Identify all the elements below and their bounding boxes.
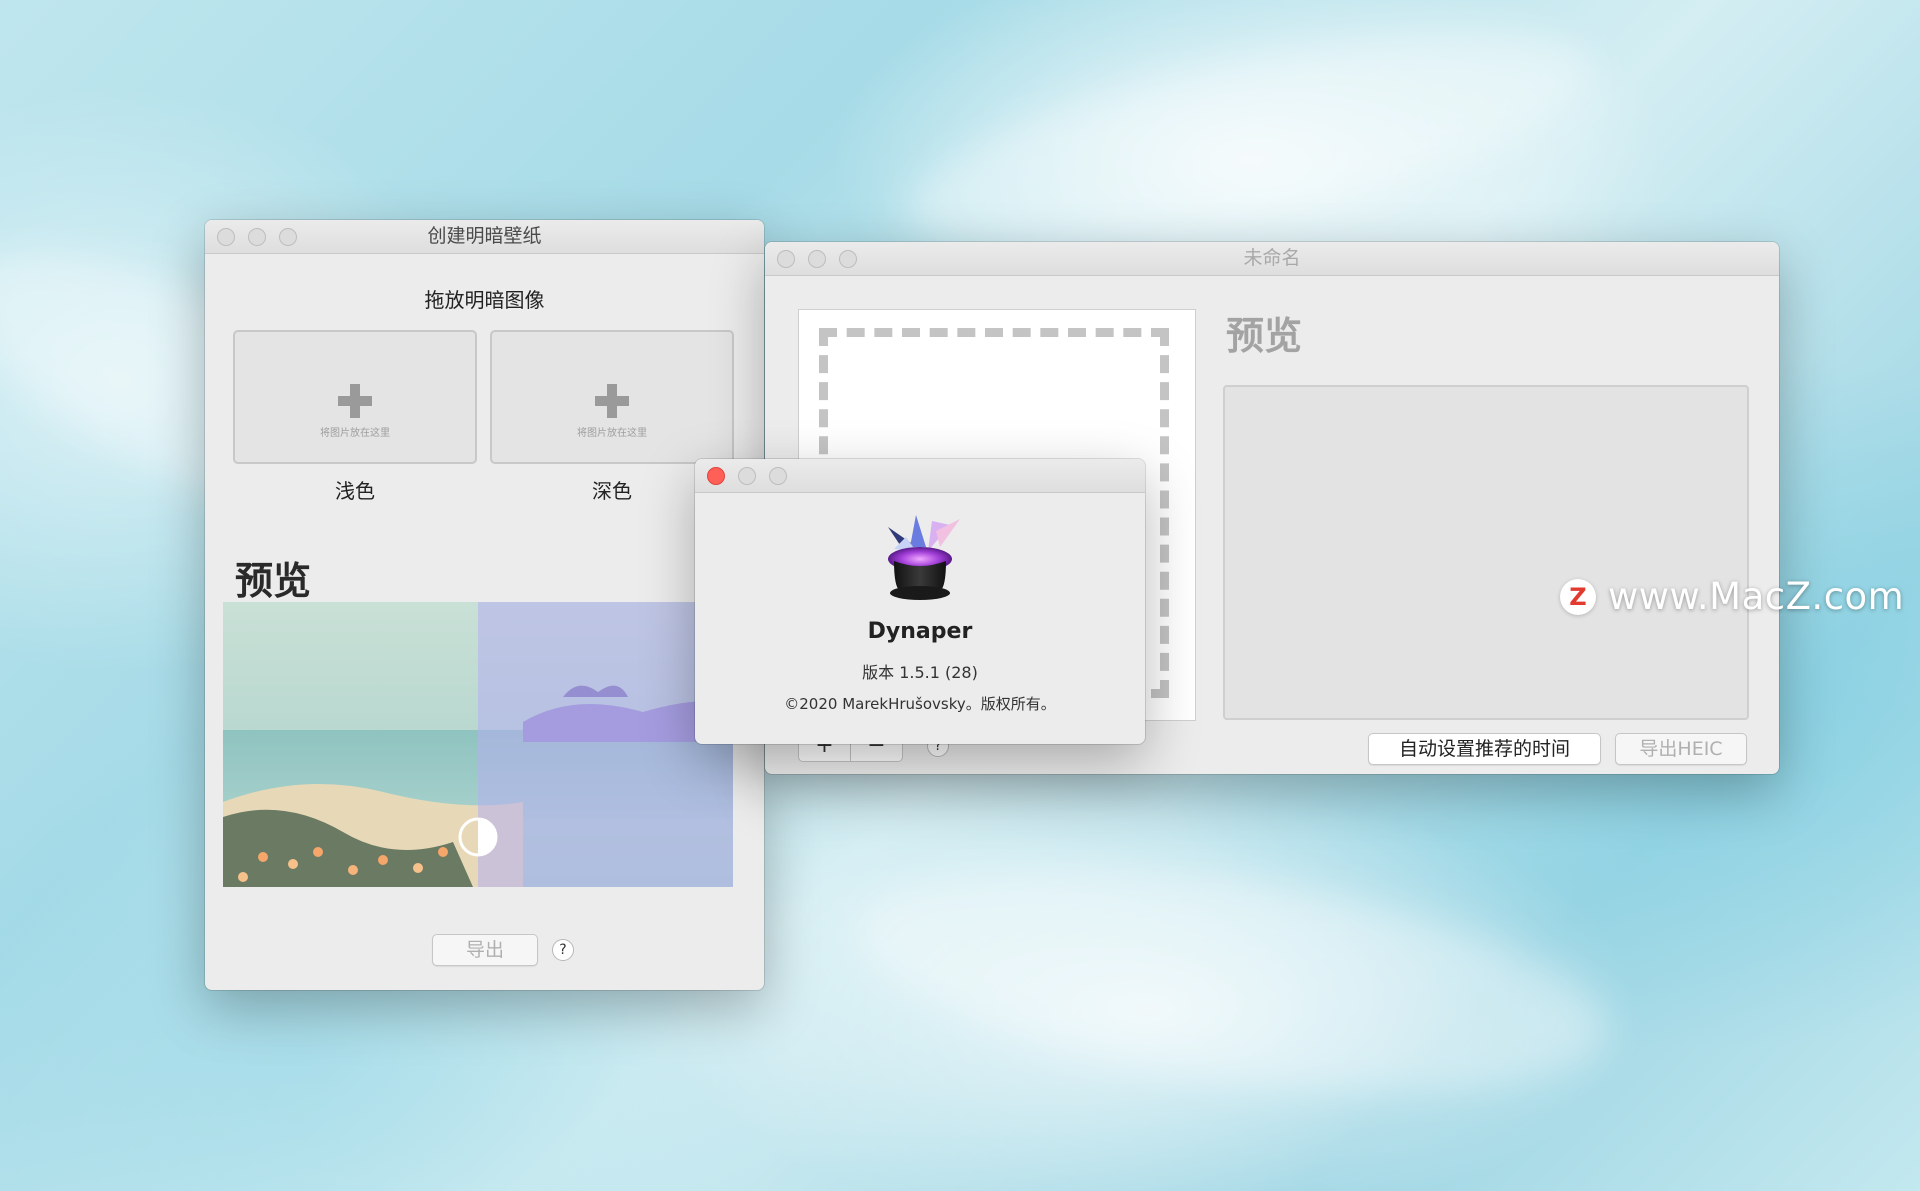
auto-time-button[interactable]: 自动设置推荐的时间 (1368, 733, 1601, 765)
export-heic-button[interactable]: 导出HEIC (1615, 733, 1747, 765)
plus-icon (595, 384, 629, 418)
drop-hint: 将图片放在这里 (320, 428, 390, 439)
watermark: Z www.MacZ.com (1560, 575, 1904, 618)
watermark-text: www.MacZ.com (1608, 575, 1905, 618)
background-highlight (839, 828, 1621, 1132)
preview-area (1223, 385, 1749, 720)
titlebar: 未命名 (765, 242, 1779, 276)
export-button[interactable]: 导出 (432, 934, 538, 966)
magic-hat-icon (888, 515, 960, 600)
preview-title: 预览 (1226, 314, 1303, 358)
landscape-illustration (223, 602, 733, 887)
help-button[interactable]: ? (552, 939, 574, 961)
copyright-text: ©2020 MarekHrušovsky。版权所有。 (784, 695, 1056, 713)
app-version: 版本 1.5.1 (28) (862, 663, 978, 682)
preview-title: 预览 (235, 559, 312, 603)
window-title: 未命名 (1243, 247, 1301, 269)
close-button[interactable] (707, 467, 725, 485)
minimize-button[interactable] (738, 467, 756, 485)
app-name: Dynaper (867, 619, 973, 644)
zoom-button[interactable] (769, 467, 787, 485)
plus-icon (338, 384, 372, 418)
titlebar: 创建明暗壁纸 (205, 220, 764, 254)
wallpaper-preview-image (223, 602, 733, 887)
about-window: Dynaper 版本 1.5.1 (28) ©2020 MarekHrušovs… (695, 459, 1145, 744)
titlebar (695, 459, 1145, 493)
dark-image-drop-well[interactable]: 将图片放在这里 (490, 330, 734, 464)
create-wallpaper-window: 创建明暗壁纸 拖放明暗图像 将图片放在这里 将图片放在这里 浅色 深色 预览 导… (205, 220, 764, 990)
window-controls (707, 467, 787, 485)
light-image-drop-well[interactable]: 将图片放在这里 (233, 330, 477, 464)
window-title: 创建明暗壁纸 (427, 225, 542, 247)
drop-title: 拖放明暗图像 (424, 288, 545, 312)
macz-logo-icon: Z (1560, 578, 1596, 615)
light-label: 浅色 (335, 479, 375, 503)
drop-hint: 将图片放在这里 (577, 428, 647, 439)
